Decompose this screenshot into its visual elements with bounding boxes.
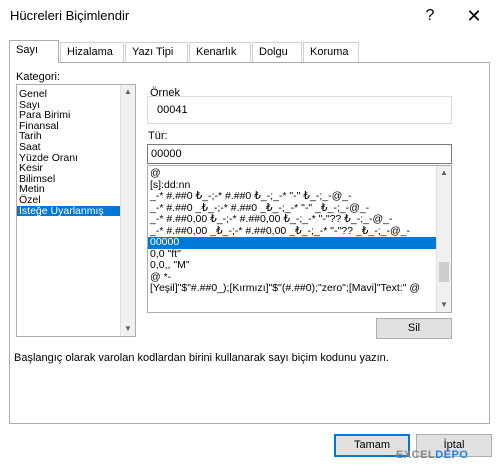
format-listbox[interactable]: @ [s]:dd:nn _-* #.##0 ₺_-;-* #.##0 ₺_-;_-*… xyxy=(147,165,452,313)
format-scrollbar[interactable]: ▲ ▼ xyxy=(436,166,451,312)
format-item[interactable]: _-* #.##0,00 _₺_-;-* #.##0,00 _₺_-;_-* "… xyxy=(148,225,451,238)
scroll-up-icon[interactable]: ▲ xyxy=(121,85,135,99)
dialog-title: Hücreleri Biçimlendir xyxy=(10,8,130,23)
category-item[interactable]: Özel xyxy=(17,195,135,206)
category-item[interactable]: Saat xyxy=(17,142,135,153)
format-item[interactable]: _-* #.##0,00 ₺_-;-* #.##0,00 ₺_-;_-* "-"… xyxy=(148,213,451,226)
close-button[interactable]: ✕ xyxy=(458,4,490,28)
delete-button[interactable]: Sil xyxy=(376,318,452,339)
tab-dolgu[interactable]: Dolgu xyxy=(252,42,302,62)
description-text: Başlangıç olarak varolan kodlardan birin… xyxy=(14,352,389,364)
watermark-logo: EXCELDEPO xyxy=(396,449,468,461)
category-item[interactable]: Genel xyxy=(17,89,135,100)
scroll-up-icon[interactable]: ▲ xyxy=(437,166,451,180)
watermark-part1: EXCEL xyxy=(396,449,436,461)
format-item[interactable]: 0,0 "ft" xyxy=(148,248,451,261)
format-item[interactable]: _-* #.##0 ₺_-;-* #.##0 ₺_-;_-* "-" ₺_-;_… xyxy=(148,190,451,203)
category-label: Kategori: xyxy=(16,71,61,83)
tab-kenarlik[interactable]: Kenarlık xyxy=(189,42,251,62)
type-label: Tür: xyxy=(148,130,168,142)
help-button[interactable]: ? xyxy=(418,4,442,28)
format-item[interactable]: @ xyxy=(148,167,451,180)
tab-yazi-tipi[interactable]: Yazı Tipi xyxy=(125,42,188,62)
scroll-thumb[interactable] xyxy=(439,262,449,282)
tab-hizalama[interactable]: Hizalama xyxy=(60,42,124,62)
title-bar: Hücreleri Biçimlendir ? ✕ xyxy=(0,0,499,32)
type-input[interactable]: 00000 xyxy=(147,144,452,164)
sample-box: 00041 xyxy=(147,96,452,124)
format-item[interactable]: [Yeşil]"$"#.##0_);[Kırmızı]"$"(#.##0);"z… xyxy=(148,282,451,295)
category-listbox[interactable]: Genel Sayı Para Birimi Finansal Tarih Saat Yüz… xyxy=(16,84,136,337)
sample-value: 00041 xyxy=(157,104,188,116)
category-item[interactable]: İsteğe Uyarlanmış xyxy=(17,205,135,217)
scroll-down-icon[interactable]: ▼ xyxy=(437,298,451,312)
tab-koruma[interactable]: Koruma xyxy=(303,42,359,62)
scroll-down-icon[interactable]: ▼ xyxy=(121,322,135,336)
watermark-part2: DEPO xyxy=(435,449,469,461)
format-item[interactable]: 00000 xyxy=(148,236,451,249)
category-scrollbar[interactable]: ▲ ▼ xyxy=(120,85,135,336)
format-item[interactable]: 0,0,, "M" xyxy=(148,259,451,272)
tab-sayi[interactable]: Sayı xyxy=(9,40,59,63)
